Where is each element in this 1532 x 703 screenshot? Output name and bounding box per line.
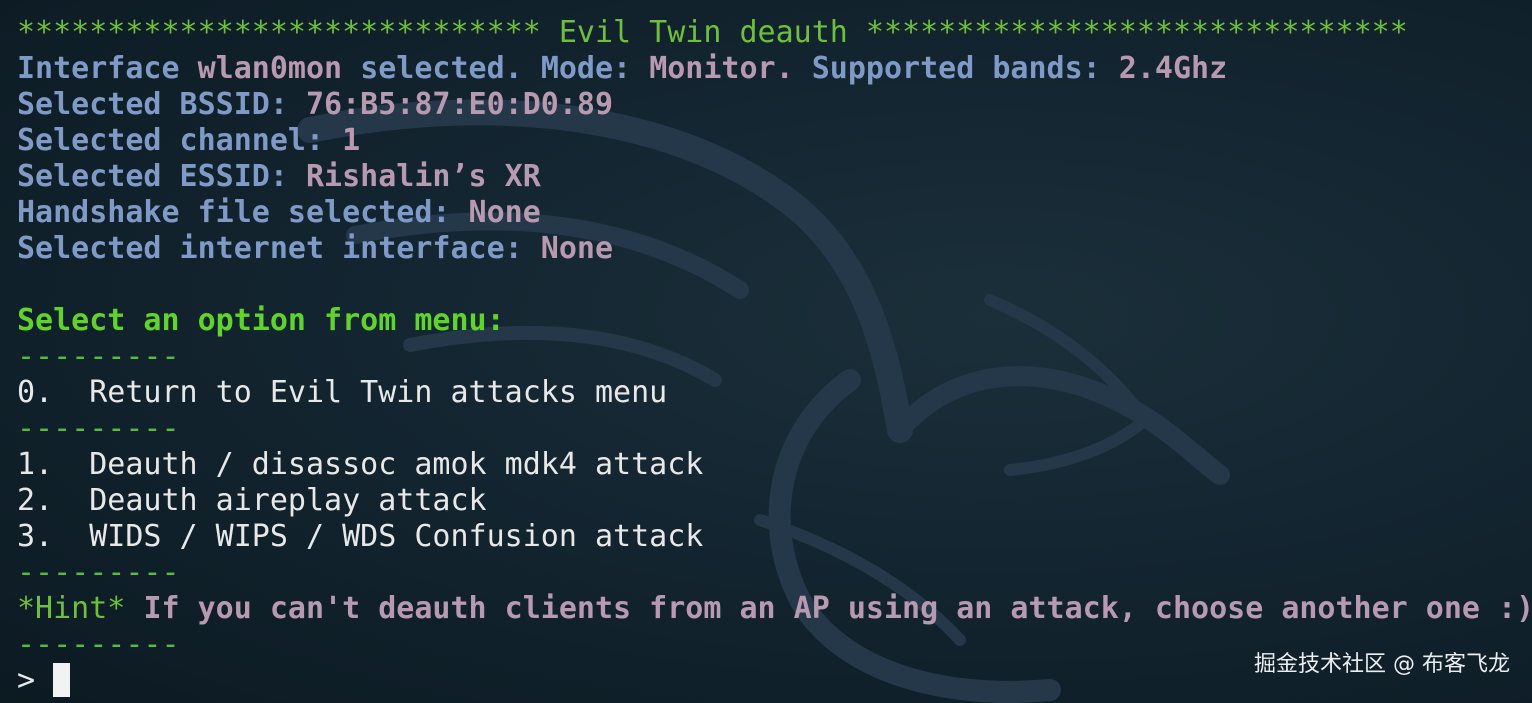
bssid-value: 76:B5:87:E0:D0:89 [306,87,614,122]
header-stars-right: ****************************** [865,15,1408,50]
menu-separator: --------- [17,555,180,590]
menu-option-label: WIDS / WIPS / WDS Confusion attack [89,519,704,554]
menu-prompt-text: Select an option from menu: [17,303,505,338]
header-title: Evil Twin deauth [558,15,848,50]
block-cursor[interactable] [53,663,71,697]
menu-option-number: 2. [17,483,54,518]
hint-tag: *Hint* [17,591,126,626]
menu-separator: --------- [17,411,180,446]
menu-option-number: 1. [17,447,54,482]
channel-line: Selected channel: 1 [17,123,1532,159]
bssid-label: Selected BSSID: [17,87,288,122]
interface-value: wlan0mon [197,51,343,86]
bands-value: 2.4Ghz [1118,51,1228,86]
menu-option-3[interactable]: 3. WIDS / WIPS / WDS Confusion attack [17,519,1532,555]
menu-option-0[interactable]: 0. Return to Evil Twin attacks menu [17,375,1532,411]
handshake-label: Handshake file selected: [17,195,451,230]
watermark: 掘金技术社区 @ 布客飞龙 [1254,652,1510,677]
menu-option-label: Return to Evil Twin attacks menu [89,375,668,410]
mode-label: Mode: [540,51,632,86]
internet-interface-value: None [540,231,614,266]
hint-text: If you can't deauth clients from an AP u… [143,591,1532,626]
bands-label: Supported bands: [811,51,1101,86]
terminal-output: ***************************** Evil Twin … [17,15,1532,699]
menu-option-2[interactable]: 2. Deauth aireplay attack [17,483,1532,519]
essid-value: Rishalin’s XR [306,159,541,194]
menu-option-label: Deauth / disassoc amok mdk4 attack [89,447,704,482]
channel-label: Selected channel: [17,123,325,158]
internet-interface-line: Selected internet interface: None [17,231,1532,267]
menu-option-label: Deauth aireplay attack [89,483,487,518]
terminal-window[interactable]: ***************************** Evil Twin … [0,0,1532,703]
header-stars-left: ***************************** [17,15,541,50]
menu-prompt: Select an option from menu: [17,303,1532,339]
menu-option-number: 3. [17,519,54,554]
prompt-char: > [17,663,36,698]
menu-option-number: 0. [17,375,54,410]
channel-value: 1 [342,123,361,158]
handshake-line: Handshake file selected: None [17,195,1532,231]
essid-line: Selected ESSID: Rishalin’s XR [17,159,1532,195]
handshake-value: None [468,195,541,230]
internet-interface-label: Selected internet interface: [17,231,523,266]
bssid-line: Selected BSSID: 76:B5:87:E0:D0:89 [17,87,1532,123]
interface-line: Interface wlan0mon selected. Mode: Monit… [17,51,1532,87]
interface-selected-word: selected. [360,51,523,86]
menu-separator: --------- [17,339,180,374]
menu-option-1[interactable]: 1. Deauth / disassoc amok mdk4 attack [17,447,1532,483]
interface-label: Interface [17,51,180,86]
essid-label: Selected ESSID: [17,159,288,194]
header-line: ***************************** Evil Twin … [17,15,1532,51]
mode-value: Monitor. [649,51,794,86]
hint-line: *Hint* If you can't deauth clients from … [17,591,1532,627]
